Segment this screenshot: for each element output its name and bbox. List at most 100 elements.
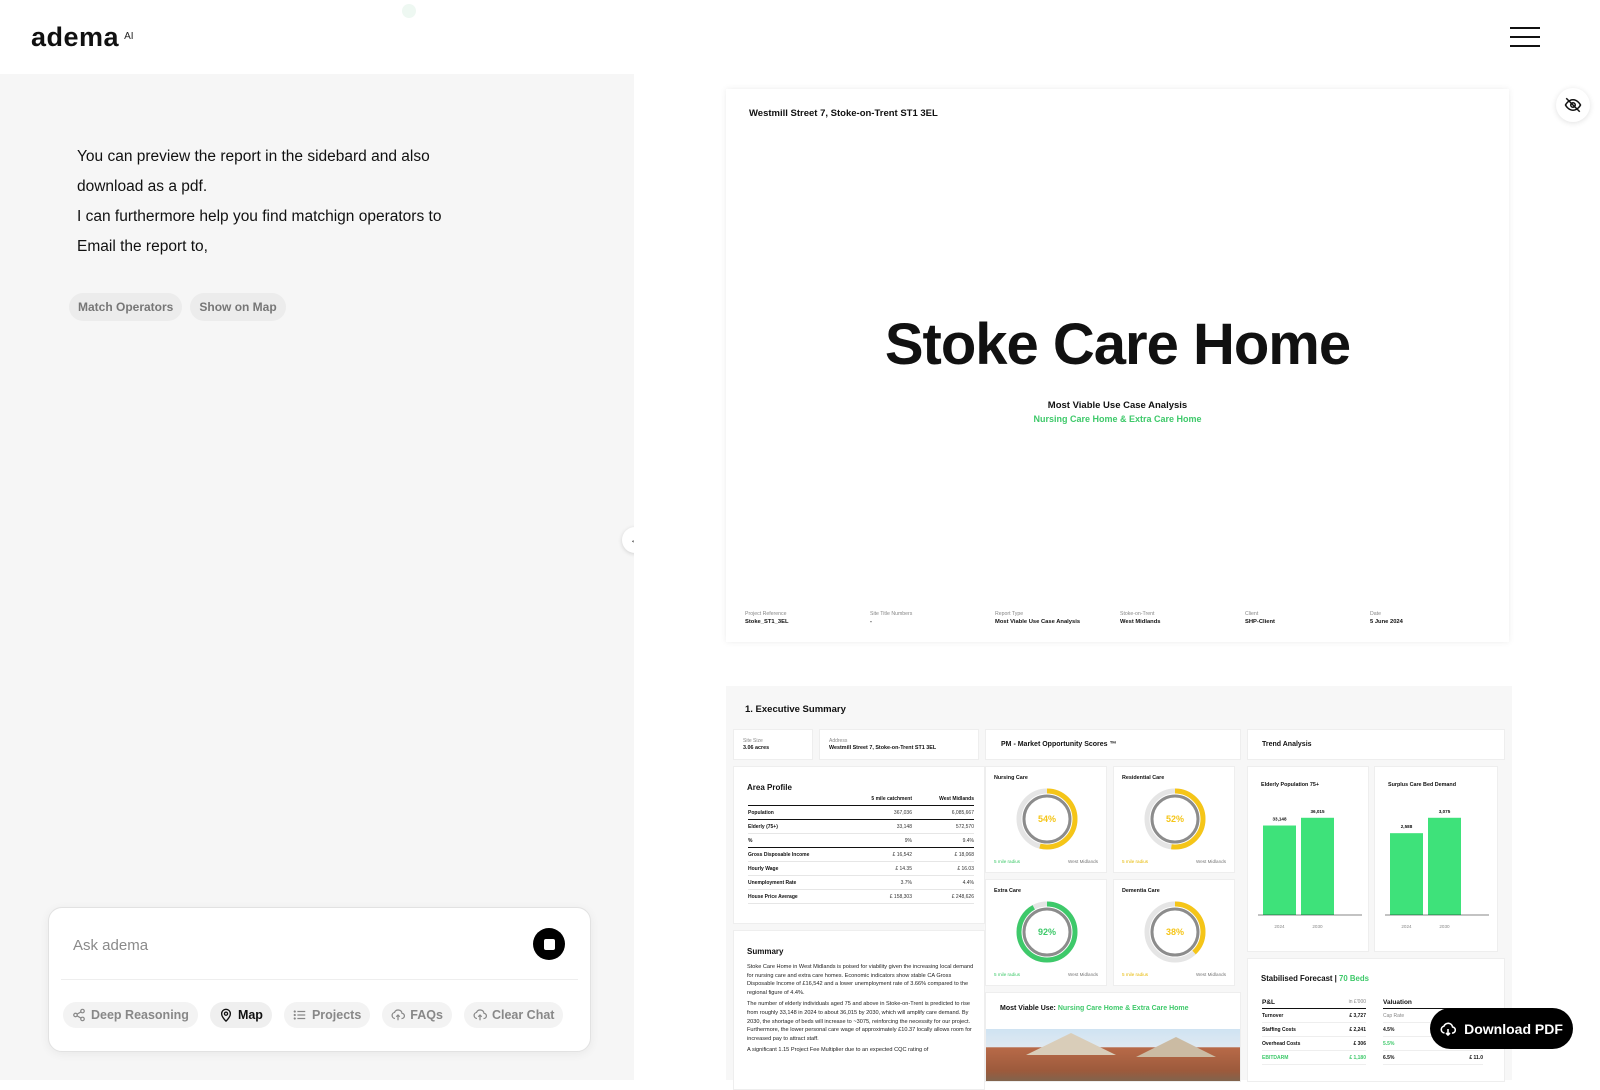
pl-label: Overhead Costs	[1262, 1040, 1301, 1047]
pl-value: £ 3,727	[1349, 1012, 1366, 1019]
table-row: % 9% 9.4%	[748, 834, 974, 848]
scores-title: PM - Market Opportunity Scores ™	[1001, 741, 1117, 748]
donut-value: 92%	[1038, 927, 1056, 937]
address-card: Address Westmill Street 7, Stoke-on-Tren…	[819, 729, 979, 760]
tool-label: Clear Chat	[491, 1008, 555, 1022]
valuation-value: £ 11.0	[1469, 1054, 1483, 1061]
summary-card: Summary Stoke Care Home in West Midlands…	[733, 930, 985, 1090]
valuation-label: Cap Rate	[1383, 1012, 1405, 1019]
row-value-region: £ 248,626	[951, 893, 974, 900]
score-footer: 5 mile radius West Midlands	[1122, 972, 1226, 977]
area-profile-title: Area Profile	[747, 783, 792, 792]
pl-row: Staffing Costs £ 2,241	[1262, 1023, 1366, 1037]
most-viable-use: Most Viable Use: Nursing Care Home & Ext…	[1000, 1005, 1189, 1012]
hide-preview-button[interactable]	[1556, 88, 1590, 122]
cover-subtitle: Most Viable Use Case Analysis	[1047, 400, 1188, 411]
row-value-catchment: 9%	[904, 837, 912, 844]
valuation-row: 6.5% £ 11.0	[1383, 1051, 1483, 1065]
map-button[interactable]: Map	[209, 1002, 272, 1028]
meta-value: 5 June 2024	[1370, 619, 1403, 625]
stop-button[interactable]	[533, 928, 565, 960]
address-value: Westmill Street 7, Stoke-on-Trent ST1 3E…	[829, 745, 937, 751]
row-label: Hourly Wage	[748, 865, 779, 872]
cover-title: Stoke Care Home	[884, 312, 1351, 377]
meta-item: Report Type Most Viable Use Case Analysis	[995, 611, 1120, 625]
score-footer: 5 mile radius West Midlands	[994, 972, 1098, 977]
deep-reasoning-button[interactable]: Deep Reasoning	[63, 1002, 198, 1028]
site-size-label: Site Size	[743, 738, 763, 744]
area-profile-table: 5 mile catchment West Midlands Populatio…	[748, 796, 974, 904]
trend-header-card: Trend Analysis	[1247, 729, 1505, 760]
row-value-region: £ 18,068	[954, 851, 974, 858]
meta-item: Stoke-on-Trent West Midlands	[1120, 611, 1245, 625]
summary-paragraph: The number of elderly individuals aged 7…	[747, 1001, 972, 1042]
site-size-value: 3.06 acres	[743, 745, 770, 751]
logo-superscript: AI	[124, 31, 134, 42]
trend-card: Elderly Population 75+ 33,148 2024 36,015 20…	[1247, 766, 1369, 952]
hamburger-menu-icon[interactable]	[1510, 26, 1542, 48]
table-row: Gross Disposable Income £ 16,542 £ 18,068	[748, 848, 974, 862]
score-catchment: 5 mile radius	[994, 972, 1021, 977]
score-footer: 5 mile radius West Midlands	[1122, 859, 1226, 864]
pl-row: Turnover £ 3,727	[1262, 1009, 1366, 1023]
site-size-card: Site Size 3.06 acres	[733, 729, 813, 760]
meta-label: Stoke-on-Trent	[1120, 611, 1155, 617]
score-donut: 92%	[1016, 901, 1078, 963]
meta-label: Report Type	[995, 611, 1024, 617]
valuation-label: 5.5%	[1383, 1040, 1395, 1047]
tool-label: Map	[237, 1008, 263, 1022]
score-footer: 5 mile radius West Midlands	[994, 859, 1098, 864]
most-viable-value: Nursing Care Home & Extra Care Home	[1057, 1005, 1189, 1012]
row-value-catchment: 3.7%	[900, 879, 912, 886]
faqs-button[interactable]: FAQs	[382, 1002, 452, 1028]
most-viable-label: Most Viable Use:	[1000, 1005, 1056, 1012]
meta-value: West Midlands	[1120, 619, 1161, 625]
bar-category-label: 2030	[1439, 924, 1450, 929]
trend-bar-chart: 2,588 2024 3,075 2030	[1385, 809, 1489, 929]
match-operators-chip[interactable]: Match Operators	[69, 293, 183, 321]
summary-text: Stoke Care Home in West Midlands is pois…	[747, 963, 975, 1058]
score-card: Residential Care 52% 5 mile radius West Mid…	[1113, 766, 1235, 873]
score-donut: 52%	[1144, 788, 1206, 850]
report-executive-summary-page: 1. Executive Summary Site Size 3.06 acre…	[726, 686, 1512, 1090]
valuation-label: 4.5%	[1383, 1026, 1395, 1033]
pl-row: Overhead Costs £ 306	[1262, 1037, 1366, 1051]
score-donut: 54%	[1016, 788, 1078, 850]
trend-bar-chart: 33,148 2024 36,015 2030	[1258, 809, 1362, 929]
cover-address: Westmill Street 7, Stoke-on-Trent ST1 3E…	[749, 108, 938, 119]
projects-button[interactable]: Projects	[283, 1002, 371, 1028]
share-nodes-icon	[73, 1008, 85, 1022]
meta-label: Date	[1370, 611, 1381, 617]
cloud-upload-icon	[391, 1009, 406, 1021]
top-bar: adema AI	[0, 0, 1600, 74]
most-viable-use-card: Most Viable Use: Nursing Care Home & Ext…	[985, 992, 1241, 1082]
clear-chat-button[interactable]: Clear Chat	[463, 1002, 564, 1028]
score-region: West Midlands	[1067, 859, 1098, 864]
donut-value: 54%	[1038, 814, 1056, 824]
logo[interactable]: adema AI	[31, 22, 134, 53]
column-header: 5 mile catchment	[871, 796, 912, 802]
row-value-region: 572,570	[955, 823, 974, 830]
meta-value: -	[870, 619, 872, 625]
bar-value-label: 3,075	[1439, 809, 1451, 814]
pl-label: Turnover	[1262, 1012, 1284, 1019]
show-on-map-chip[interactable]: Show on Map	[190, 293, 286, 321]
bar	[1390, 833, 1423, 915]
row-value-catchment: £ 16,542	[892, 851, 912, 858]
download-pdf-button[interactable]: Download PDF	[1430, 1008, 1573, 1049]
ask-input[interactable]	[73, 930, 493, 960]
row-label: Population	[748, 809, 774, 816]
list-icon	[293, 1010, 306, 1020]
cover-use-case: Nursing Care Home & Extra Care Home	[1033, 414, 1202, 424]
row-value-catchment: 33,148	[896, 823, 912, 830]
score-region: West Midlands	[1195, 859, 1226, 864]
bar	[1263, 825, 1296, 915]
score-card: Extra Care 92% 5 mile radius West Midlands	[985, 879, 1107, 986]
row-label: House Price Average	[748, 893, 798, 900]
row-value-region: 6,085,667	[951, 809, 974, 816]
cloud-download-icon	[1440, 1022, 1457, 1036]
donut-value: 52%	[1166, 814, 1184, 824]
scores-header-card: PM - Market Opportunity Scores ™	[985, 729, 1241, 760]
table-row: House Price Average £ 158,303 £ 248,626	[748, 890, 974, 904]
summary-title: Summary	[747, 947, 784, 956]
